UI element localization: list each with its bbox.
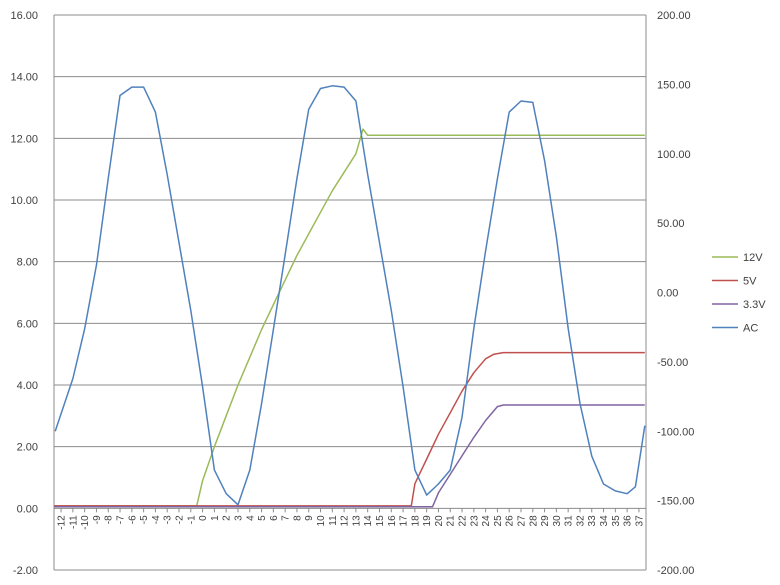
- y2-tick-label: 150.00: [657, 79, 691, 91]
- x-tick-label: -4: [151, 515, 162, 524]
- x-tick-label: 37: [634, 515, 645, 527]
- y2-tick-label: 100.00: [657, 149, 691, 161]
- x-tick-label: 2: [222, 515, 233, 521]
- x-tick-label: 11: [328, 515, 339, 526]
- x-tick-label: 31: [564, 515, 575, 527]
- x-tick-label: 26: [505, 515, 516, 527]
- x-tick-label: 36: [623, 515, 634, 527]
- x-tick-label: 22: [458, 515, 469, 527]
- y-tick-label: 4.00: [17, 380, 38, 392]
- x-tick-label: 33: [587, 515, 598, 527]
- x-tick-label: 15: [375, 515, 386, 527]
- x-tick-label: -12: [57, 515, 68, 530]
- x-tick-label: 19: [422, 515, 433, 527]
- x-tick-label: -10: [80, 515, 91, 530]
- x-tick-label: 20: [434, 515, 445, 527]
- x-tick-label: 0: [198, 515, 209, 521]
- line-chart: -2.000.002.004.006.008.0010.0012.0014.00…: [0, 0, 780, 585]
- y2-tick-label: -50.00: [657, 357, 688, 369]
- x-tick-label: 23: [469, 515, 480, 527]
- x-tick-label: 13: [351, 515, 362, 527]
- x-tick-label: 14: [363, 515, 374, 527]
- x-tick-label: 16: [387, 515, 398, 527]
- x-tick-label: -2: [175, 515, 186, 524]
- y-tick-label: 0.00: [17, 503, 38, 515]
- y2-tick-label: -200.00: [657, 565, 694, 577]
- x-tick-label: -1: [186, 515, 197, 524]
- x-tick-label: -7: [116, 515, 127, 524]
- y2-tick-label: 50.00: [657, 218, 685, 230]
- legend-label: AC: [743, 323, 758, 335]
- x-tick-label: 27: [516, 515, 527, 527]
- x-tick-label: 12: [340, 515, 351, 527]
- x-tick-label: 5: [257, 515, 268, 521]
- y2-tick-label: 0.00: [657, 288, 678, 300]
- x-tick-label: 4: [245, 515, 256, 521]
- x-tick-label: 28: [528, 515, 539, 527]
- legend-label: 3.3V: [743, 299, 766, 311]
- legend-label: 12V: [743, 252, 763, 264]
- x-tick-label: -11: [68, 515, 79, 529]
- x-tick-label: -8: [104, 515, 115, 524]
- x-tick-label: 7: [281, 515, 292, 521]
- y-tick-label: 14.00: [10, 72, 38, 84]
- x-tick-label: 35: [611, 515, 622, 527]
- x-tick-label: 8: [292, 515, 303, 521]
- x-tick-label: 32: [575, 515, 586, 527]
- x-tick-label: 21: [446, 515, 457, 527]
- y-tick-label: 2.00: [17, 442, 38, 454]
- y2-tick-label: 200.00: [657, 10, 691, 22]
- x-tick-label: 9: [304, 515, 315, 521]
- legend-label: 5V: [743, 276, 757, 288]
- x-tick-label: -3: [163, 515, 174, 524]
- x-tick-label: 18: [410, 515, 421, 527]
- x-tick-label: 24: [481, 515, 492, 527]
- x-tick-label: -9: [92, 515, 103, 524]
- y2-tick-label: -150.00: [657, 496, 694, 508]
- y2-tick-label: -100.00: [657, 426, 694, 438]
- x-tick-label: 25: [493, 515, 504, 527]
- x-tick-label: 3: [233, 515, 244, 521]
- x-tick-label: 30: [552, 515, 563, 527]
- y-tick-label: -2.00: [13, 565, 38, 577]
- x-tick-label: -5: [139, 515, 150, 524]
- x-tick-label: -6: [127, 515, 138, 524]
- y-tick-label: 10.00: [10, 195, 38, 207]
- y-tick-label: 8.00: [17, 257, 38, 269]
- y-tick-label: 6.00: [17, 318, 38, 330]
- x-tick-label: 10: [316, 515, 327, 527]
- y-tick-label: 16.00: [10, 10, 38, 22]
- x-tick-label: 6: [269, 515, 280, 521]
- x-tick-label: 34: [599, 515, 610, 527]
- x-tick-label: 17: [399, 515, 410, 527]
- x-tick-label: 29: [540, 515, 551, 527]
- y-tick-label: 12.00: [10, 133, 38, 145]
- x-tick-label: 1: [210, 515, 221, 521]
